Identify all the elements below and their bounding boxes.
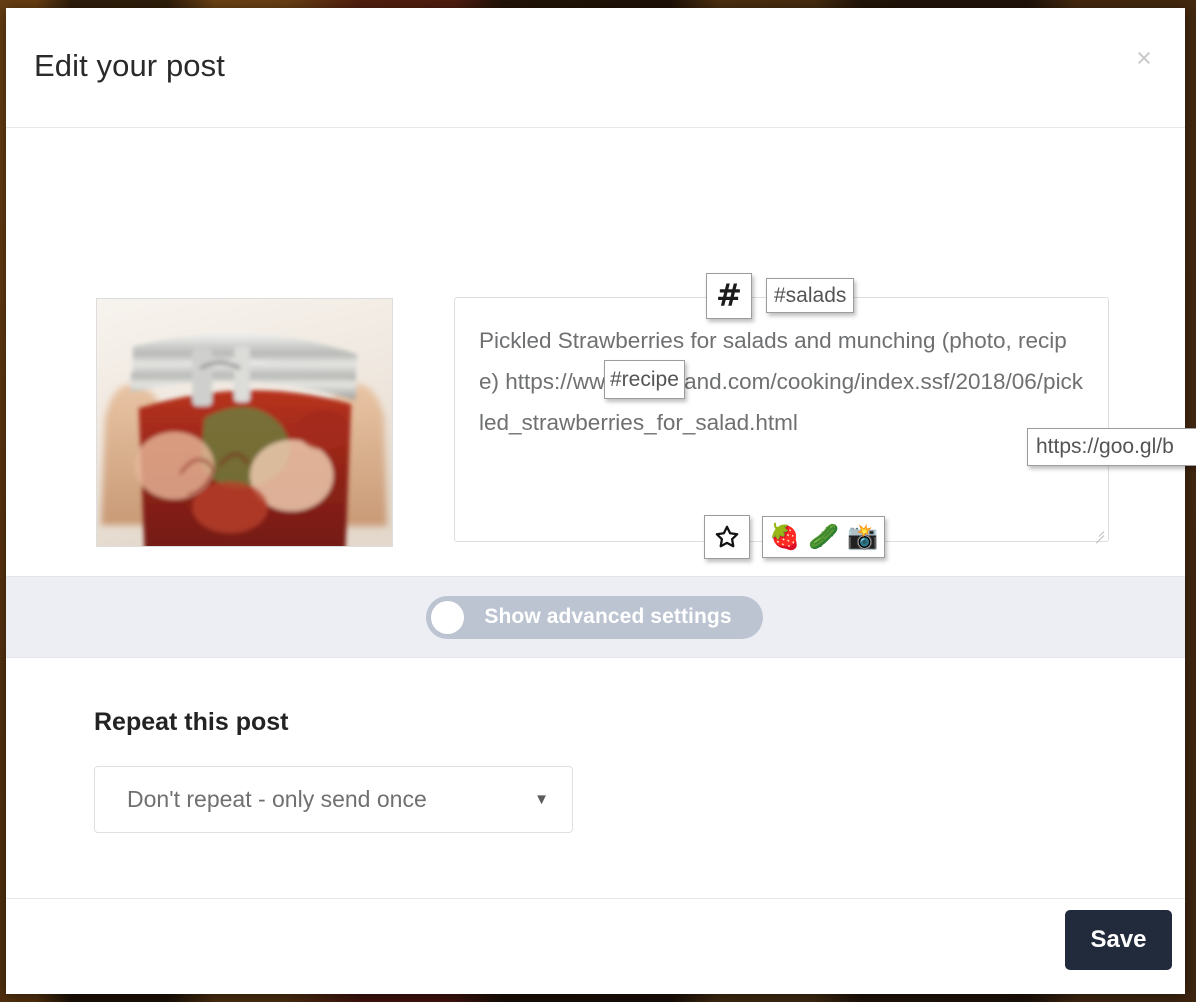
show-advanced-settings-label: Show advanced settings (484, 605, 732, 628)
emoji-cucumber-icon[interactable]: 🥒 (808, 524, 839, 550)
edit-post-modal: Edit your post × Pickled Strawberries fo… (6, 8, 1196, 997)
modal-footer: Save (6, 899, 1185, 997)
emoji-strawberry-icon[interactable]: 🍓 (769, 524, 800, 550)
emoji-suggestion-popup[interactable]: 🍓 🥒 📸 (762, 516, 886, 558)
repeat-selected-value: Don't repeat - only send once (127, 786, 427, 812)
emoji-camera-icon[interactable]: 📸 (847, 524, 878, 550)
hashtag-suggestion-recipe[interactable]: #recipe (604, 360, 685, 399)
star-insert-button[interactable] (704, 515, 750, 559)
modal-header: Edit your post × (6, 8, 1185, 128)
shortened-url-tooltip[interactable]: https://goo.gl/b (1027, 428, 1196, 466)
hashtag-suggestion-salads[interactable]: #salads (766, 278, 855, 313)
thumbnail-image (97, 299, 392, 546)
show-advanced-settings-toggle[interactable]: Show advanced settings (426, 595, 763, 639)
chevron-down-icon: ▼ (534, 791, 549, 808)
repeat-section: Repeat this post Don't repeat - only sen… (6, 658, 1185, 899)
star-icon (715, 525, 739, 548)
composer-area (454, 297, 1109, 544)
close-icon[interactable]: × (1129, 44, 1159, 74)
page-title: Edit your post (34, 48, 225, 83)
toggle-knob (431, 600, 464, 634)
repeat-frequency-select[interactable]: Don't repeat - only send once ▼ (94, 766, 573, 833)
modal-body: # #salads #recipe https://goo.gl/b 🍓 🥒 📸… (6, 128, 1196, 644)
post-text-input[interactable] (454, 297, 1109, 542)
hashtag-insert-button[interactable]: # (706, 273, 752, 319)
repeat-heading: Repeat this post (94, 708, 289, 736)
post-thumbnail[interactable] (96, 298, 393, 547)
advanced-settings-band: Show advanced settings (6, 576, 1185, 658)
save-button[interactable]: Save (1065, 910, 1172, 970)
